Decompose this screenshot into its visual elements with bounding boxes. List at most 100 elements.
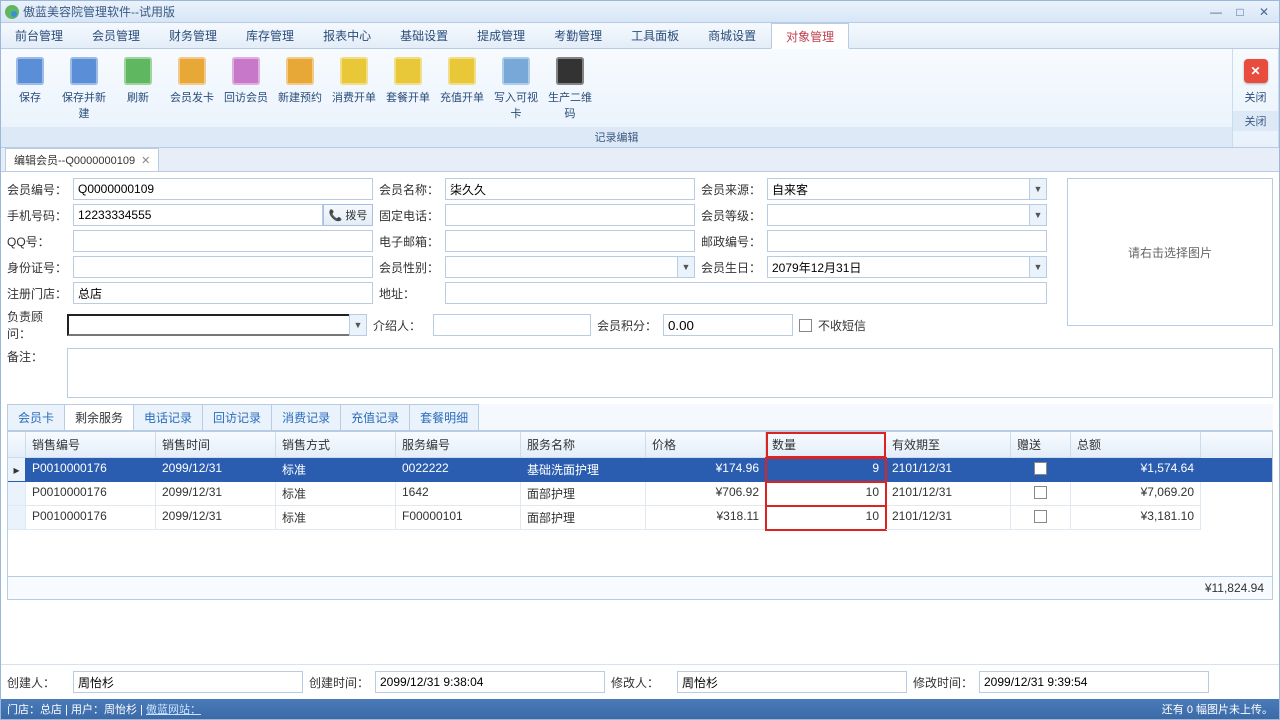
document-tab[interactable]: 编辑会员--Q0000000109 ✕	[5, 148, 159, 171]
ribbon-icon	[556, 57, 584, 85]
dial-button[interactable]: 📞拨号	[323, 204, 373, 226]
menu-item[interactable]: 会员管理	[78, 23, 155, 48]
ribbon-button[interactable]: 会员发卡	[165, 51, 219, 125]
column-header[interactable]: 销售时间	[156, 432, 276, 458]
app-logo-icon	[5, 5, 19, 19]
member-no-input[interactable]	[73, 178, 373, 200]
qty-cell[interactable]: 10	[766, 506, 886, 530]
row-marker	[8, 482, 26, 506]
menu-item[interactable]: 工具面板	[617, 23, 694, 48]
close-window-button[interactable]: ✕	[1253, 4, 1275, 20]
phone-input[interactable]	[73, 204, 323, 226]
menu-item[interactable]: 基础设置	[386, 23, 463, 48]
status-user: 用户：周怡杉	[71, 704, 137, 716]
ribbon-button[interactable]: 消费开单	[327, 51, 381, 125]
birthday-input[interactable]	[767, 256, 1029, 278]
gender-input[interactable]	[445, 256, 677, 278]
close-button[interactable]: ✕ 关闭	[1235, 51, 1276, 109]
ribbon-button[interactable]: 充值开单	[435, 51, 489, 125]
table-row[interactable]: P00100001762099/12/31标准1642面部护理¥706.9210…	[8, 482, 1272, 506]
email-input[interactable]	[445, 230, 695, 252]
column-header[interactable]: 有效期至	[886, 432, 1011, 458]
column-header[interactable]: 数量	[766, 432, 886, 458]
ribbon-button[interactable]: 回访会员	[219, 51, 273, 125]
menu-item[interactable]: 前台管理	[1, 23, 78, 48]
minimize-button[interactable]: —	[1205, 4, 1227, 20]
modifier-input	[677, 671, 907, 693]
member-level-input[interactable]	[767, 204, 1029, 226]
menu-item[interactable]: 考勤管理	[540, 23, 617, 48]
column-header[interactable]: 销售方式	[276, 432, 396, 458]
qq-input[interactable]	[73, 230, 373, 252]
status-site-link[interactable]: 傲蓝网站：	[146, 704, 201, 716]
remark-textarea[interactable]	[67, 348, 1273, 398]
dropdown-icon[interactable]: ▼	[1029, 204, 1047, 226]
postcode-input[interactable]	[767, 230, 1047, 252]
menu-item[interactable]: 财务管理	[155, 23, 232, 48]
gift-checkbox[interactable]	[1034, 486, 1047, 499]
member-name-input[interactable]	[445, 178, 695, 200]
address-input[interactable]	[445, 282, 1047, 304]
ribbon-button[interactable]: 套餐开单	[381, 51, 435, 125]
column-header[interactable]: 销售编号	[26, 432, 156, 458]
sub-tab[interactable]: 充值记录	[340, 404, 410, 430]
label-birthday: 会员生日：	[701, 259, 761, 276]
sub-tab[interactable]: 会员卡	[7, 404, 65, 430]
table-row[interactable]: P00100001762099/12/31标准F00000101面部护理¥318…	[8, 506, 1272, 530]
table-row[interactable]: ▸P00100001762099/12/31标准0022222基础洗面护理¥17…	[8, 458, 1272, 482]
column-header[interactable]: 服务编号	[396, 432, 521, 458]
sub-tab[interactable]: 电话记录	[133, 404, 203, 430]
ribbon-close-group-label: 关闭	[1233, 111, 1278, 131]
menu-item[interactable]: 报表中心	[309, 23, 386, 48]
ribbon-icon	[232, 57, 260, 85]
menu-item[interactable]: 商城设置	[694, 23, 771, 48]
qty-cell[interactable]: 9	[766, 458, 886, 482]
menu-item[interactable]: 提成管理	[463, 23, 540, 48]
consultant-input[interactable]	[67, 314, 349, 336]
dropdown-icon[interactable]: ▼	[677, 256, 695, 278]
ribbon-button[interactable]: 刷新	[111, 51, 165, 125]
ribbon-button[interactable]: 保存并新建	[57, 51, 111, 125]
maximize-button[interactable]: □	[1229, 4, 1251, 20]
dropdown-icon[interactable]: ▼	[349, 314, 367, 336]
sub-tab[interactable]: 套餐明细	[409, 404, 479, 430]
menu-item[interactable]: 对象管理	[771, 23, 849, 49]
ribbon-icon	[178, 57, 206, 85]
ribbon-button[interactable]: 保存	[3, 51, 57, 125]
label-reg-store: 注册门店：	[7, 285, 67, 302]
member-source-input[interactable]	[767, 178, 1029, 200]
label-member-name: 会员名称：	[379, 181, 439, 198]
column-header[interactable]: 价格	[646, 432, 766, 458]
column-header[interactable]: 服务名称	[521, 432, 646, 458]
ribbon-button[interactable]: 写入可视卡	[489, 51, 543, 125]
window-title: 傲蓝美容院管理软件--试用版	[23, 3, 1205, 20]
ribbon-icon	[502, 57, 530, 85]
sub-tab[interactable]: 消费记录	[271, 404, 341, 430]
idcard-input[interactable]	[73, 256, 373, 278]
column-header[interactable]: 总额	[1071, 432, 1201, 458]
status-upload: 还有 0 幅图片未上传。	[1162, 701, 1273, 717]
sub-tab[interactable]: 剩余服务	[64, 404, 134, 430]
label-referrer: 介绍人：	[373, 317, 427, 334]
points-input[interactable]	[663, 314, 793, 336]
dropdown-icon[interactable]: ▼	[1029, 256, 1047, 278]
no-sms-checkbox[interactable]	[799, 319, 812, 332]
qty-cell[interactable]: 10	[766, 482, 886, 506]
photo-placeholder[interactable]: 请右击选择图片	[1067, 178, 1273, 326]
menu-item[interactable]: 库存管理	[232, 23, 309, 48]
sub-tab[interactable]: 回访记录	[202, 404, 272, 430]
close-icon: ✕	[1244, 59, 1268, 83]
referrer-input[interactable]	[433, 314, 591, 336]
reg-store-input[interactable]	[73, 282, 373, 304]
fixed-phone-input[interactable]	[445, 204, 695, 226]
ribbon-button[interactable]: 新建预约	[273, 51, 327, 125]
label-member-level: 会员等级：	[701, 207, 761, 224]
gift-checkbox[interactable]	[1034, 510, 1047, 523]
ribbon-icon	[448, 57, 476, 85]
column-header[interactable]: 赠送	[1011, 432, 1071, 458]
close-tab-icon[interactable]: ✕	[141, 154, 150, 167]
gift-checkbox[interactable]	[1034, 462, 1047, 475]
ribbon-button[interactable]: 生产二维码	[543, 51, 597, 125]
row-marker-header	[8, 432, 26, 458]
dropdown-icon[interactable]: ▼	[1029, 178, 1047, 200]
